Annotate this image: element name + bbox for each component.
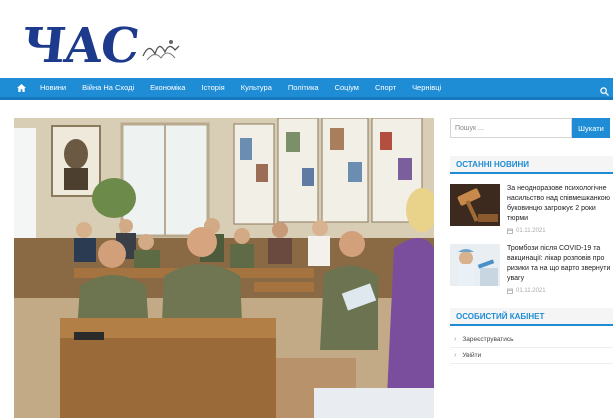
nav-item-war[interactable]: Війна На Сході: [74, 83, 142, 92]
sidebar: Шукати ОСТАННІ НОВИНИ За неодноразове пс…: [450, 118, 613, 418]
personal-cabinet-heading: ОСОБИСТИЙ КАБІНЕТ: [450, 308, 613, 326]
calendar-icon: [507, 228, 513, 234]
nav-item-history[interactable]: Історія: [193, 83, 232, 92]
login-link-label: Увійти: [462, 352, 482, 359]
home-icon[interactable]: [10, 83, 32, 92]
nav-item-culture[interactable]: Культура: [233, 83, 280, 92]
nav-item-economy[interactable]: Економіка: [142, 83, 193, 92]
news-date-text: 01.11.2021: [516, 228, 546, 234]
latest-news-heading: ОСТАННІ НОВИНИ: [450, 156, 613, 174]
page: ЧАС Новини Війна На Сході Економіка Істо…: [0, 0, 613, 418]
nav-item-chernivtsi[interactable]: Чернівці: [404, 83, 449, 92]
search-input[interactable]: [450, 118, 572, 138]
nav-item-politics[interactable]: Політика: [280, 83, 327, 92]
chevron-right-icon: ›: [454, 352, 457, 359]
news-date: 01.11.2021: [507, 288, 613, 294]
gavel-thumb[interactable]: [450, 184, 500, 226]
search-icon[interactable]: [600, 83, 609, 101]
news-date-text: 01.11.2021: [516, 288, 546, 294]
logo-text: ЧАС: [19, 18, 141, 74]
chevron-right-icon: ›: [454, 336, 457, 343]
site-logo[interactable]: ЧАС: [19, 14, 181, 74]
vaccine-thumb[interactable]: [450, 244, 500, 286]
nav-item-sport[interactable]: Спорт: [367, 83, 404, 92]
list-item[interactable]: За неодноразове психологічне насильство …: [450, 184, 613, 234]
calendar-icon: [507, 288, 513, 294]
news-date: 01.11.2021: [507, 228, 613, 234]
cabinet-list: › Зареєструватись › Увійти: [450, 332, 613, 364]
main-nav: Новини Війна На Сході Економіка Історія …: [0, 78, 613, 100]
news-title[interactable]: Тромбози після COVID-19 та вакцинації: л…: [507, 244, 613, 284]
news-body: За неодноразове психологічне насильство …: [507, 184, 613, 234]
nav-item-news[interactable]: Новини: [32, 83, 74, 92]
register-link-label: Зареєструватись: [462, 336, 514, 343]
list-item[interactable]: Тромбози після COVID-19 та вакцинації: л…: [450, 244, 613, 294]
news-title[interactable]: За неодноразове психологічне насильство …: [507, 184, 613, 224]
sidebar-search: Шукати: [450, 118, 613, 138]
photo-classroom-soldiers: [14, 118, 434, 418]
search-button[interactable]: Шукати: [572, 118, 610, 138]
news-body: Тромбози після COVID-19 та вакцинації: л…: [507, 244, 613, 294]
register-link[interactable]: › Зареєструватись: [450, 332, 613, 348]
logo-ornament-icon: [142, 40, 180, 61]
nav-item-society[interactable]: Соціум: [327, 83, 367, 92]
article-photo[interactable]: [14, 118, 434, 418]
login-link[interactable]: › Увійти: [450, 348, 613, 364]
